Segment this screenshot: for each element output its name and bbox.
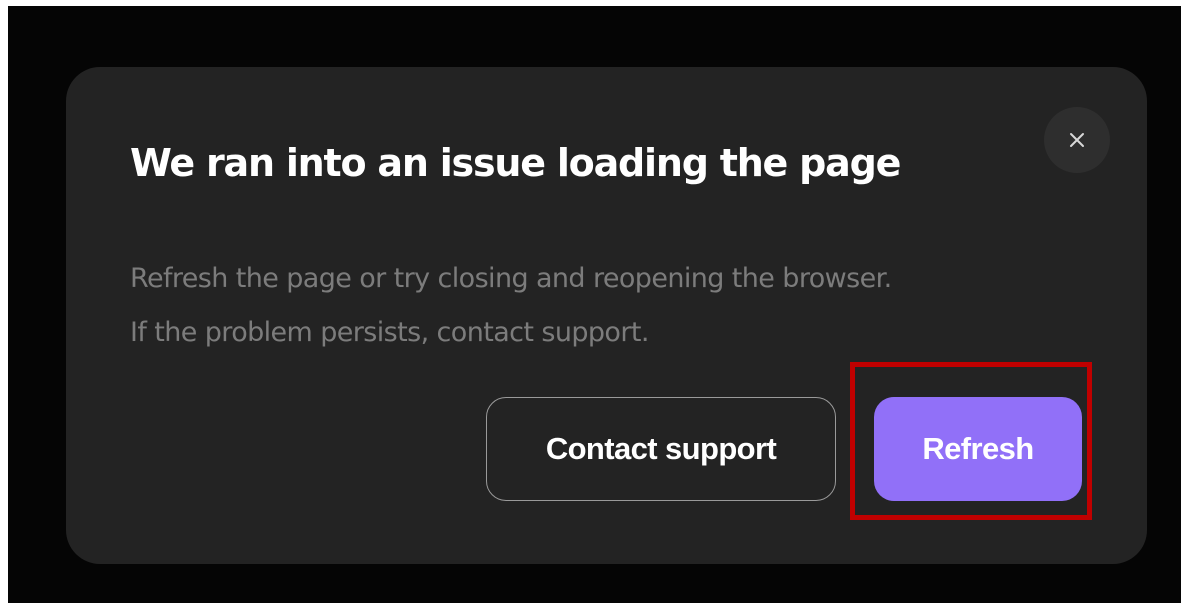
dialog-message-line: If the problem persists, contact support… [130, 317, 649, 348]
error-dialog: We ran into an issue loading the page Re… [66, 67, 1147, 564]
dialog-message: Refresh the page or try closing and reop… [130, 256, 1090, 364]
dialog-message-line: Refresh the page or try closing and reop… [130, 263, 892, 294]
refresh-button[interactable]: Refresh [874, 397, 1082, 501]
page-background: We ran into an issue loading the page Re… [8, 6, 1181, 603]
close-button[interactable] [1044, 107, 1110, 173]
dialog-title: We ran into an issue loading the page [130, 141, 901, 185]
close-icon [1070, 133, 1084, 147]
contact-support-button[interactable]: Contact support [486, 397, 836, 501]
